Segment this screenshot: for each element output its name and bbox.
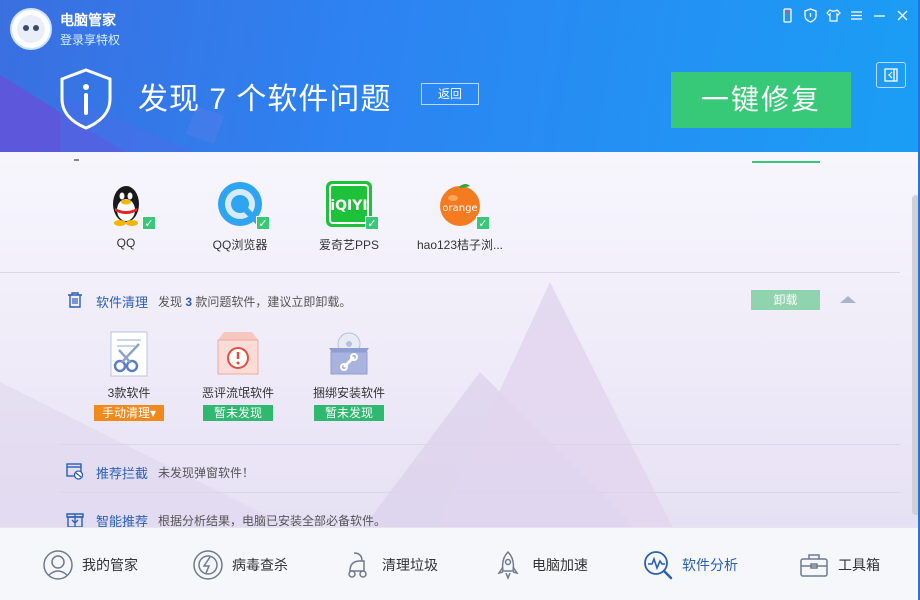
close-icon[interactable] [895,8,910,23]
bundle-disc-icon [325,330,373,378]
scissors-icon [105,330,153,378]
gift-box-icon [66,513,84,527]
software-item-iqiyi[interactable]: iQIYI ✓ 爱奇艺PPS [299,180,399,253]
svg-text:orange: orange [442,203,477,214]
section-desc-clean: 发现 3 款问题软件，建议立即卸载。 [158,295,352,309]
minimize-icon[interactable] [872,8,887,23]
svg-text:iQIYI: iQIYI [330,198,367,214]
category-rogue-software: 恶评流氓软件 暂未发现 [193,330,283,421]
uninstall-button[interactable]: 卸载 [751,290,820,310]
block-popup-icon [66,463,84,480]
nav-software-analysis[interactable]: 软件分析 [642,548,738,582]
rocket-icon [497,550,519,581]
orange-browser-icon: orange ✓ [436,180,490,230]
menu-icon[interactable] [849,8,864,23]
section-title-recommend: 智能推荐 [96,514,149,527]
category-bundle-install: 捆绑安装软件 暂未发现 [304,330,394,421]
side-panel-button[interactable] [876,62,906,88]
software-list: ✓ QQ ✓ QQ浏览器 iQIYI ✓ 爱奇艺PPS orange ✓ hao… [0,180,920,260]
collapse-panel-icon [884,68,898,82]
manual-clean-dropdown[interactable]: 手动清理▾ [94,405,164,421]
nav-clean-junk[interactable]: 清理垃圾 [342,548,438,582]
software-analysis-icon [644,551,673,580]
bottom-nav: 我的管家 病毒查杀 清理垃圾 电脑加速 软件分析 工具箱 [0,527,920,600]
page-title: 发现 7 个软件问题 [138,83,392,116]
back-button[interactable]: 返回 [421,83,479,105]
shield-small-icon[interactable] [803,8,818,23]
header-banner: 电脑管家 登录享特权 发现 7 个软件问题 返回 一键修复 [0,0,920,152]
main-panel: ✓ QQ ✓ QQ浏览器 iQIYI ✓ 爱奇艺PPS orange ✓ hao… [0,152,920,527]
toolbox-icon [800,554,828,577]
category-manual-clean[interactable]: 3款软件 手动清理▾ [84,330,174,421]
virus-scan-icon [193,550,223,580]
vacuum-icon [348,552,367,578]
section-desc-intercept: 未发现弹窗软件！ [158,466,255,480]
nav-virus-scan[interactable]: 病毒查杀 [192,548,288,582]
software-item-orange-browser[interactable]: orange ✓ hao123桔子浏... [410,180,510,253]
nav-speed-up[interactable]: 电脑加速 [492,548,588,582]
status-badge: 暂未发现 [314,405,384,421]
alert-box-icon [214,330,262,378]
section-desc-recommend: 根据分析结果，电脑已安装全部必备软件。 [158,514,387,527]
butler-icon [43,550,73,580]
nav-my-butler[interactable]: 我的管家 [42,548,138,582]
collapse-up-icon[interactable] [840,296,856,303]
one-click-fix-button[interactable]: 一键修复 [671,72,851,128]
qq-browser-icon: ✓ [216,180,270,230]
nav-toolbox[interactable]: 工具箱 [798,548,880,582]
phone-icon[interactable] [780,8,795,23]
skin-icon[interactable] [826,8,841,23]
section-title-clean: 软件清理 [96,295,149,310]
login-link[interactable]: 登录享特权 [60,31,120,48]
status-badge: 暂未发现 [203,405,273,421]
section-title-intercept: 推荐拦截 [96,466,149,481]
software-item-qq[interactable]: ✓ QQ [76,180,176,250]
qq-icon: ✓ [102,180,156,230]
software-item-qq-browser[interactable]: ✓ QQ浏览器 [190,180,290,253]
trash-icon [68,292,82,308]
active-indicator [752,161,820,163]
iqiyi-icon: iQIYI ✓ [325,180,379,230]
app-logo [10,8,52,50]
shield-info-icon [60,68,112,130]
app-name: 电脑管家 [60,12,116,28]
